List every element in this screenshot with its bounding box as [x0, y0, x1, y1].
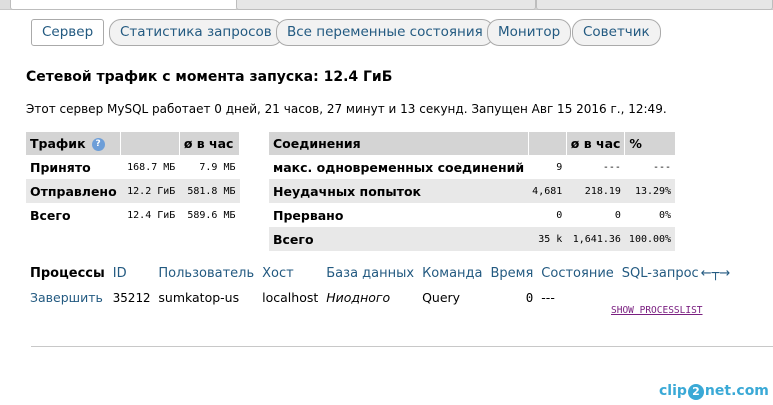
- connections-row-label: Всего: [269, 227, 529, 251]
- server-uptime-text: Этот сервер MySQL работает 0 дней, 21 ча…: [26, 102, 667, 116]
- connections-row-percent: 100.00%: [624, 227, 676, 251]
- process-database: Ниодного: [326, 289, 391, 305]
- show-processlist-link[interactable]: SHOW PROCESSLIST: [611, 305, 703, 316]
- sort-by-state-link[interactable]: Состояние: [537, 262, 618, 284]
- processes-table: Процессы ID Пользователь Хост База данны…: [26, 262, 735, 310]
- sort-by-command-link[interactable]: Команда: [418, 262, 487, 284]
- connections-row-total: 35 k: [528, 227, 567, 251]
- network-traffic-heading: Сетевой трафик с момента запуска: 12.4 Г…: [26, 69, 393, 85]
- sort-by-id-link[interactable]: ID: [108, 262, 155, 284]
- traffic-row-label: Отправлено: [26, 179, 121, 203]
- subtab-query-statistics[interactable]: Статистика запросов: [109, 19, 283, 46]
- kill-process-link[interactable]: Завершить: [26, 284, 109, 310]
- subtab-monitor[interactable]: Монитор: [487, 19, 572, 46]
- connections-row-label: Неудачных попыток: [269, 179, 529, 203]
- processes-header: Процессы: [26, 262, 109, 284]
- connections-row-per-hour: 1,641.36: [566, 227, 625, 251]
- process-state: ---: [541, 289, 555, 305]
- connections-row-percent: 0%: [659, 209, 672, 221]
- traffic-row-per-hour: 7.9 МБ: [199, 161, 236, 173]
- connections-header-per-hour: ø в час: [566, 132, 626, 155]
- connections-row-per-hour: ---: [602, 161, 621, 173]
- connections-row-per-hour: 0: [614, 209, 621, 221]
- traffic-row-per-hour: 589.6 МБ: [187, 209, 236, 221]
- connections-row-percent: 13.29%: [624, 179, 676, 203]
- top-tab[interactable]: [536, 0, 773, 10]
- connections-row-total: 9: [556, 161, 563, 173]
- process-user: sumkatop-us: [158, 289, 240, 305]
- sort-by-query-link[interactable]: SQL-запрос: [622, 266, 699, 281]
- top-tab-active[interactable]: [10, 0, 238, 10]
- top-tab[interactable]: [236, 0, 536, 10]
- traffic-row-total: 12.2 ГиБ: [120, 179, 180, 203]
- connections-header: Соединения: [269, 132, 529, 155]
- connections-row-total: 0: [556, 209, 563, 221]
- process-id: 35212: [112, 289, 151, 305]
- expand-columns-icon[interactable]: ←┬→: [701, 266, 731, 281]
- sort-by-host-link[interactable]: Хост: [258, 262, 323, 284]
- sql-query-header: SQL-запрос ←┬→: [617, 262, 735, 284]
- connections-header-percent: %: [624, 132, 676, 155]
- connections-row-label: макс. одновременных соединений: [273, 159, 525, 175]
- divider: [31, 346, 773, 347]
- traffic-row-total: 12.4 ГиБ: [127, 209, 176, 221]
- traffic-row-label: Всего: [30, 207, 71, 223]
- traffic-header: Трафик?: [26, 132, 122, 155]
- traffic-header-per-hour: ø в час: [179, 132, 241, 155]
- traffic-row-total: 168.7 МБ: [127, 161, 176, 173]
- process-host: localhost: [262, 289, 319, 305]
- traffic-row-per-hour: 581.8 МБ: [179, 179, 240, 203]
- process-command: Query: [422, 289, 461, 305]
- watermark-logo: clip 2 net.com: [659, 383, 769, 400]
- connections-row-label: Прервано: [273, 207, 344, 223]
- sort-by-database-link[interactable]: База данных: [322, 262, 419, 284]
- help-icon[interactable]: ?: [91, 138, 105, 151]
- connections-table: Соединения ø в час % макс. одновременных…: [269, 132, 676, 251]
- sort-by-user-link[interactable]: Пользователь: [154, 262, 259, 284]
- subtab-server[interactable]: Сервер: [31, 19, 105, 46]
- subtab-advisor[interactable]: Советчик: [572, 19, 661, 46]
- traffic-row-label: Принято: [30, 159, 91, 175]
- connections-row-per-hour: 218.19: [566, 179, 625, 203]
- subtab-all-status-variables[interactable]: Все переменные состояния: [276, 19, 494, 46]
- traffic-header-total: [120, 132, 180, 155]
- process-time: 0: [525, 289, 534, 305]
- connections-row-total: 4,681: [528, 179, 567, 203]
- sort-by-time-link[interactable]: Время: [486, 262, 538, 284]
- traffic-table: Трафик? ø в час Принято 168.7 МБ 7.9 МБ …: [26, 132, 241, 227]
- connections-row-percent: ---: [653, 161, 672, 173]
- connections-header-total: [528, 132, 567, 155]
